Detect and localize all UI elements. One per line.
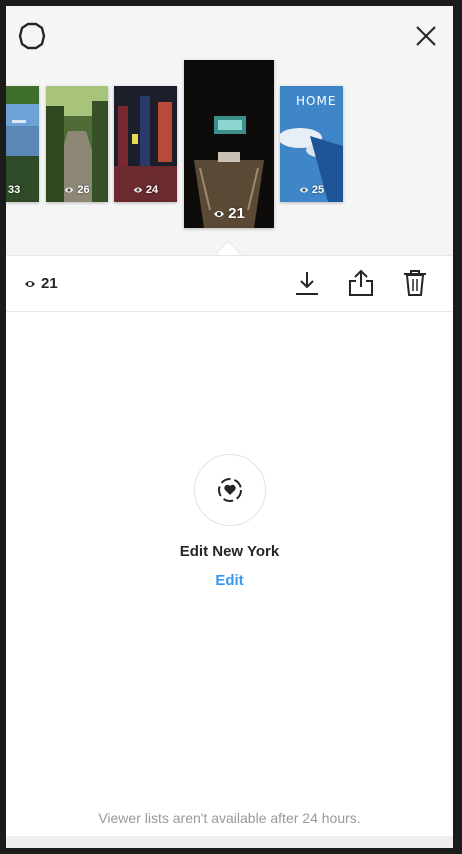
eye-icon bbox=[214, 210, 225, 217]
close-icon[interactable] bbox=[410, 20, 442, 52]
viewer-list-notice: Viewer lists aren't available after 24 h… bbox=[98, 810, 361, 826]
share-icon[interactable] bbox=[346, 268, 376, 298]
story-tray: 33 26 24 21 HOME 25 bbox=[6, 6, 453, 255]
viewer-count[interactable]: 21 bbox=[24, 275, 58, 292]
download-icon[interactable] bbox=[292, 268, 322, 298]
highlight-cover bbox=[193, 454, 266, 526]
story-image bbox=[184, 60, 274, 228]
trash-icon[interactable] bbox=[400, 268, 430, 298]
edit-highlight-link[interactable]: Edit bbox=[6, 572, 453, 589]
eye-icon bbox=[25, 280, 35, 287]
viewer-count-value: 21 bbox=[41, 275, 58, 292]
gear-icon[interactable] bbox=[16, 20, 48, 52]
views-count: 21 bbox=[228, 205, 245, 222]
action-bar: 21 bbox=[6, 255, 453, 312]
eye-icon bbox=[299, 187, 309, 193]
bottom-divider bbox=[6, 836, 453, 848]
views-count: 26 bbox=[77, 184, 90, 196]
views-count: 33 bbox=[8, 184, 21, 196]
story-thumbnail[interactable]: 26 bbox=[46, 86, 108, 202]
story-viewer-panel: 33 26 24 21 HOME 25 21 Edit New York Edi… bbox=[6, 6, 453, 848]
story-thumbnail[interactable]: HOME 25 bbox=[280, 86, 343, 202]
eye-icon bbox=[133, 187, 143, 193]
views-count: 25 bbox=[311, 184, 325, 196]
story-thumbnail-selected[interactable]: 21 bbox=[184, 60, 274, 228]
views-count: 24 bbox=[145, 184, 159, 196]
highlight-section: Edit New York Edit bbox=[6, 454, 453, 589]
story-thumbnail[interactable]: 24 bbox=[114, 86, 177, 202]
highlight-heart-icon bbox=[217, 478, 242, 502]
highlight-title: Edit New York bbox=[179, 543, 280, 560]
eye-icon bbox=[65, 187, 74, 193]
story-thumbnail[interactable]: 33 bbox=[6, 86, 39, 202]
story-overlay-text: HOME bbox=[296, 94, 337, 108]
